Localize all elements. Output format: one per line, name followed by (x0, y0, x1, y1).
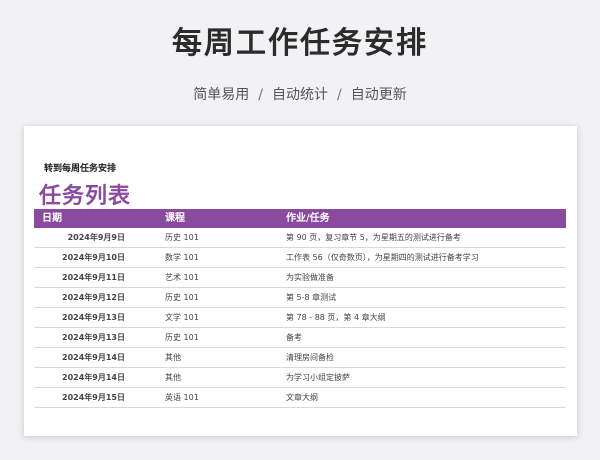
page-title: 每周工作任务安排 (172, 26, 428, 61)
cell-task[interactable]: 清理房间备检 (286, 348, 566, 367)
cell-date[interactable]: 2024年9月9日 (34, 228, 165, 247)
cell-course[interactable]: 文学 101 (165, 308, 286, 327)
table-row: 2024年9月14日 其他 为学习小组定披萨 (34, 368, 566, 388)
cell-course[interactable]: 艺术 101 (165, 268, 286, 287)
cell-date[interactable]: 2024年9月15日 (34, 388, 165, 407)
cell-course[interactable]: 数学 101 (165, 248, 286, 267)
cell-date[interactable]: 2024年9月12日 (34, 288, 165, 307)
cell-task[interactable]: 备考 (286, 328, 566, 347)
task-table: 日期 课程 作业/任务 2024年9月9日 历史 101 第 90 页，复习章节 5… (34, 209, 566, 408)
cell-task[interactable]: 为学习小组定披萨 (286, 368, 566, 387)
cell-date[interactable]: 2024年9月11日 (34, 268, 165, 287)
subtitle-item-auto-stats: 自动统计 (272, 87, 328, 103)
cell-date[interactable]: 2024年9月10日 (34, 248, 165, 267)
table-row: 2024年9月13日 历史 101 备考 (34, 328, 566, 348)
table-header-row: 日期 课程 作业/任务 (34, 209, 566, 228)
table-row: 2024年9月11日 艺术 101 为实验做准备 (34, 268, 566, 288)
cell-date[interactable]: 2024年9月14日 (34, 348, 165, 367)
cell-course[interactable]: 其他 (165, 348, 286, 367)
table-row: 2024年9月9日 历史 101 第 90 页，复习章节 5，为星期五的测试进行备考 (34, 228, 566, 248)
cell-task[interactable]: 第 90 页，复习章节 5，为星期五的测试进行备考 (286, 228, 566, 247)
subtitle-separator: / (337, 87, 342, 103)
cell-task[interactable]: 第 5-8 章测试 (286, 288, 566, 307)
table-row: 2024年9月12日 历史 101 第 5-8 章测试 (34, 288, 566, 308)
cell-course[interactable]: 英语 101 (165, 388, 286, 407)
cell-date[interactable]: 2024年9月14日 (34, 368, 165, 387)
table-row: 2024年9月13日 文学 101 第 78 - 88 页，第 4 章大纲 (34, 308, 566, 328)
cell-task[interactable]: 文章大纲 (286, 388, 566, 407)
task-list-title: 任务列表 (39, 184, 132, 209)
cell-task[interactable]: 工作表 56（仅奇数页），为星期四的测试进行备考学习 (286, 248, 566, 267)
table-row: 2024年9月15日 英语 101 文章大纲 (34, 388, 566, 408)
cell-date[interactable]: 2024年9月13日 (34, 308, 165, 327)
cell-course[interactable]: 历史 101 (165, 288, 286, 307)
cell-course[interactable]: 其他 (165, 368, 286, 387)
subtitle: 简单易用 / 自动统计 / 自动更新 (0, 84, 600, 104)
subtitle-separator: / (258, 87, 263, 103)
cell-task[interactable]: 第 78 - 88 页，第 4 章大纲 (286, 308, 566, 327)
column-header-course[interactable]: 课程 (165, 209, 286, 228)
subtitle-item-auto-update: 自动更新 (350, 87, 407, 103)
column-header-date[interactable]: 日期 (34, 209, 165, 228)
table-row: 2024年9月10日 数学 101 工作表 56（仅奇数页），为星期四的测试进行备考… (34, 248, 566, 268)
table-body: 2024年9月9日 历史 101 第 90 页，复习章节 5，为星期五的测试进行备考… (34, 228, 566, 408)
table-row: 2024年9月14日 其他 清理房间备检 (34, 348, 566, 368)
subtitle-item-easy: 简单易用 (193, 87, 250, 103)
column-header-task[interactable]: 作业/任务 (286, 209, 566, 228)
cell-date[interactable]: 2024年9月13日 (34, 328, 165, 347)
spreadsheet-sheet: 转到每周任务安排 任务列表 日期 课程 作业/任务 2024年9月9日 历史 10… (24, 126, 577, 436)
cell-course[interactable]: 历史 101 (165, 328, 286, 347)
weekly-schedule-link[interactable]: 转到每周任务安排 (44, 161, 116, 174)
cell-task[interactable]: 为实验做准备 (286, 268, 566, 287)
cell-course[interactable]: 历史 101 (165, 228, 286, 247)
